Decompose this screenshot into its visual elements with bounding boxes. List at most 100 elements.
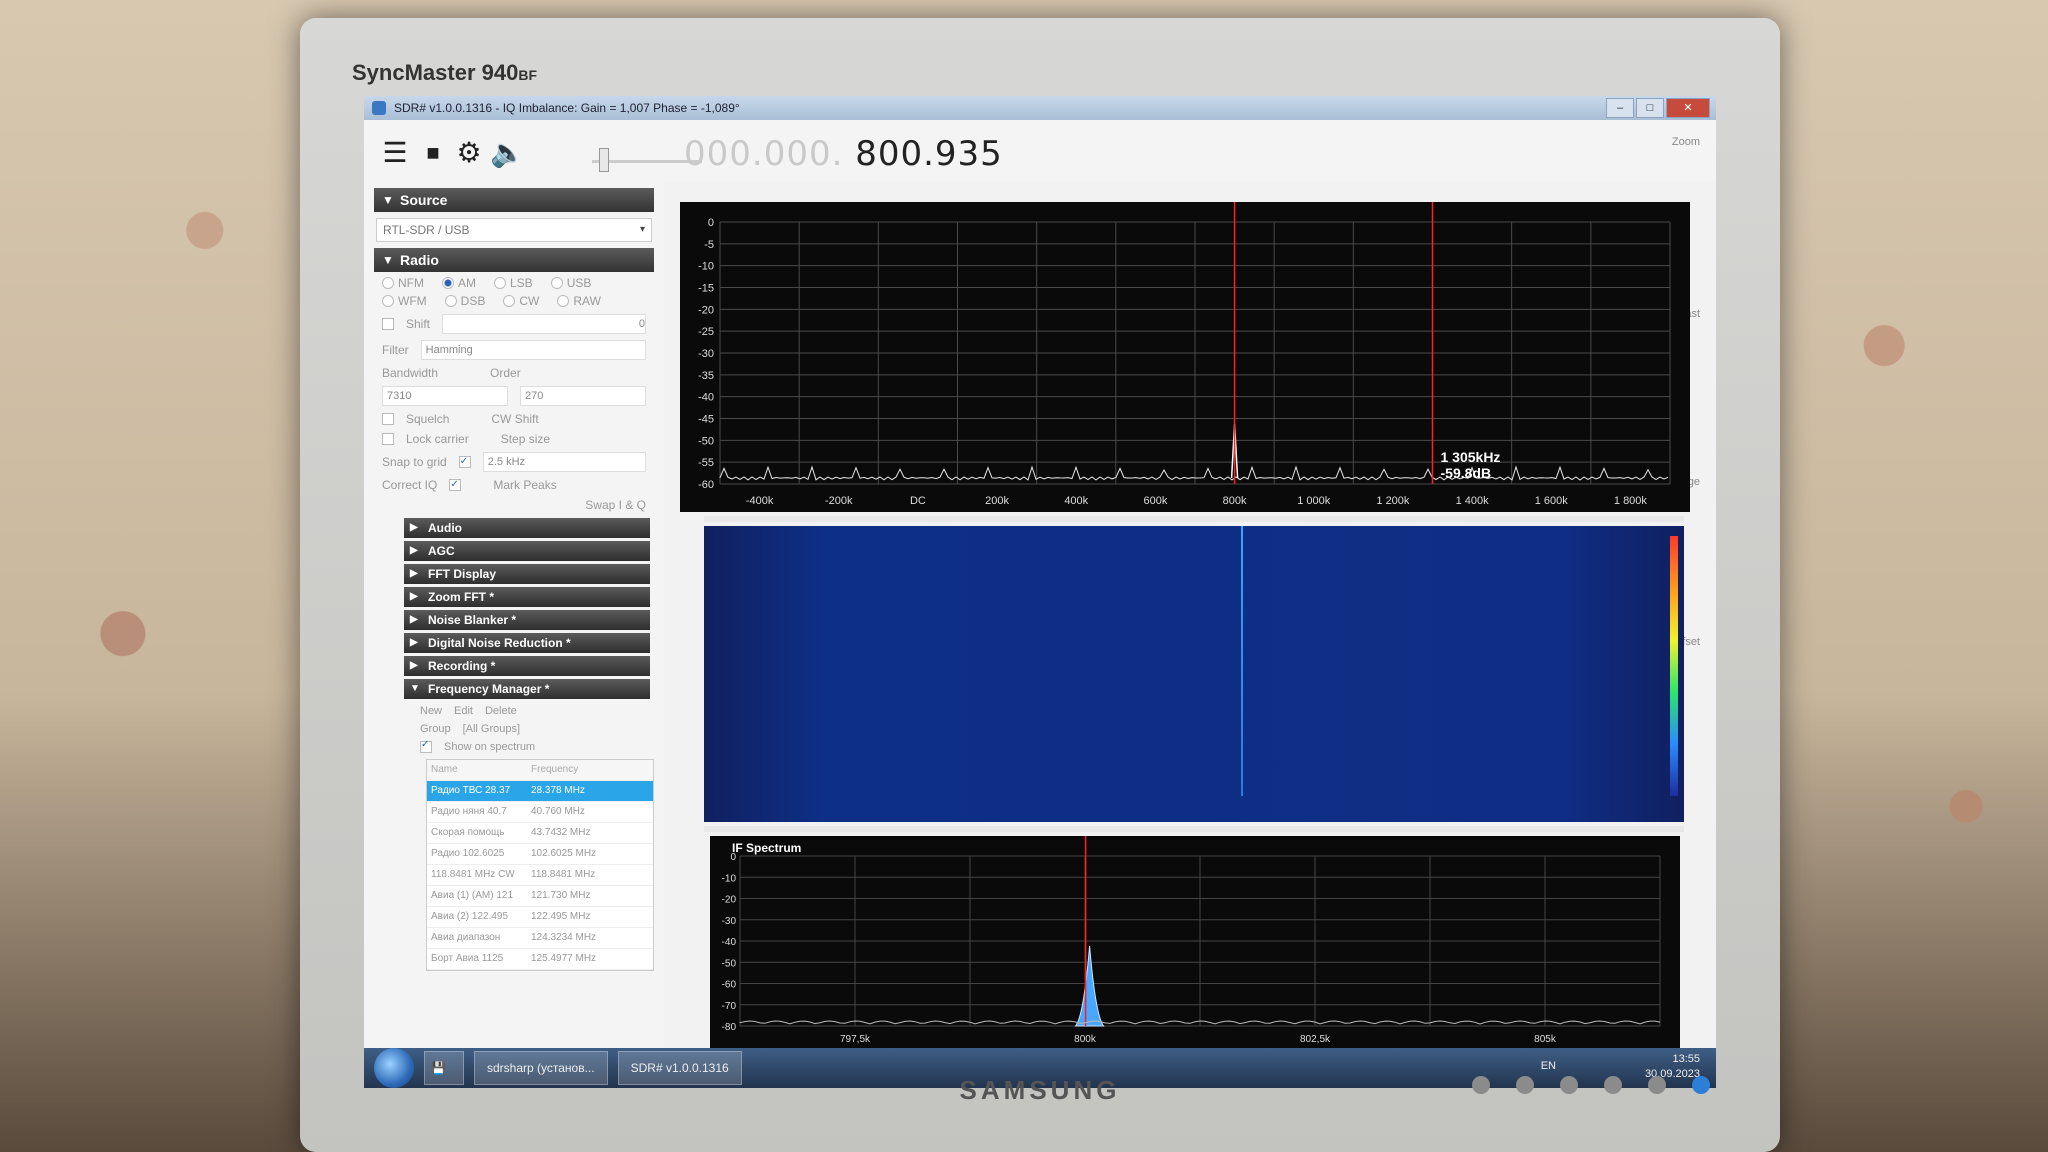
control-sidebar: ▼ Source RTL-SDR / USB ▾ ▼ Radio NFM AM LSB… — [364, 182, 664, 1062]
bandwidth-input[interactable]: 7310 — [382, 386, 508, 406]
splitter[interactable] — [704, 826, 1684, 832]
radio-panel-header[interactable]: ▼ Radio — [374, 248, 654, 272]
lock-carrier-label: Lock carrier — [406, 432, 469, 446]
x-tick-label: DC — [910, 495, 926, 507]
table-row[interactable]: Радио няня 40.7 40.760 MHz — [427, 802, 653, 823]
y-tick-label: -50 — [698, 435, 714, 447]
radio-dot — [382, 277, 394, 289]
show-on-spectrum-checkbox[interactable] — [420, 741, 432, 753]
speaker-icon[interactable]: 🔈 — [490, 138, 525, 168]
frequency-dim-digits: 000.000. — [684, 134, 844, 174]
lock-carrier-checkbox[interactable] — [382, 433, 394, 445]
language-indicator[interactable]: EN — [1541, 1060, 1556, 1072]
collapsed-panel[interactable]: ▶ Noise Blanker * — [404, 610, 650, 630]
table-row[interactable]: Авиа (1) (АМ) 121 121.730 MHz — [427, 886, 653, 907]
cw-shift-label: CW Shift — [491, 412, 539, 426]
collapsed-panel[interactable]: ▶ FFT Display — [404, 564, 650, 584]
table-row[interactable]: Авиа диапазон 124.3234 MHz — [427, 928, 653, 949]
table-row[interactable]: Авиа (2) 122.495 122.495 MHz — [427, 907, 653, 928]
collapsed-panel[interactable]: ▶ Digital Noise Reduction * — [404, 633, 650, 653]
filter-select[interactable]: Hamming — [420, 340, 646, 360]
step-size-select[interactable]: 2.5 kHz — [482, 452, 646, 472]
x-tick-label: 800k — [1074, 1034, 1097, 1045]
new-button[interactable]: New — [420, 705, 442, 717]
y-tick-label: -35 — [698, 370, 714, 382]
table-row[interactable]: Радио 102.6025 102.6025 MHz — [427, 844, 653, 865]
expand-icon: ▶ — [410, 591, 418, 602]
squelch-row: Squelch CW Shift — [382, 412, 646, 426]
mode-row-2: WFM DSB CW RAW — [382, 294, 646, 308]
table-row[interactable]: Скорая помощь 43.7432 MHz — [427, 823, 653, 844]
x-tick-label: -400k — [746, 495, 774, 507]
column-frequency[interactable]: Frequency — [527, 760, 621, 780]
frequency-manager-header[interactable]: ▼ Frequency Manager * — [404, 679, 650, 699]
order-input[interactable]: 270 — [520, 386, 646, 406]
edit-button[interactable]: Edit — [454, 705, 473, 717]
mode-am[interactable]: AM — [442, 276, 476, 290]
mode-cw[interactable]: CW — [503, 294, 539, 308]
row-frequency: 43.7432 MHz — [531, 827, 591, 838]
delete-button[interactable]: Delete — [485, 705, 517, 717]
mode-nfm[interactable]: NFM — [382, 276, 424, 290]
clock-time: 13:55 — [1672, 1053, 1700, 1065]
mode-wfm[interactable]: WFM — [382, 294, 427, 308]
expand-icon: ▶ — [410, 614, 418, 625]
source-panel-header[interactable]: ▼ Source — [374, 188, 654, 212]
source-device-select[interactable]: RTL-SDR / USB ▾ — [376, 218, 652, 242]
if-spectrum-plot[interactable]: IF Spectrum0 -10 -20 -30 -40 -50 -60 -70 -80 797,… — [710, 836, 1680, 1048]
row-name: Авиа диапазон — [431, 932, 501, 943]
frequency-display[interactable]: 000.000. 800.935 — [684, 134, 1003, 174]
collapse-icon: ▼ — [382, 193, 394, 207]
table-row[interactable]: Радио ТВС 28.37 28.378 MHz — [427, 781, 653, 802]
monitor-model: SyncMaster 940BF — [352, 60, 537, 85]
waterfall-display[interactable] — [704, 526, 1684, 822]
squelch-checkbox[interactable] — [382, 413, 394, 425]
mark-peaks-label: Mark Peaks — [493, 478, 557, 492]
toolbar: ☰ ■ ⚙ 🔈 000.000. 800.935 Zoom — [364, 120, 1716, 182]
screen: SDR# v1.0.0.1316 - IQ Imbalance: Gain = … — [364, 96, 1716, 1088]
correct-iq-checkbox[interactable] — [449, 479, 462, 491]
row-frequency: 122.495 MHz — [531, 911, 591, 922]
mode-lsb[interactable]: LSB — [494, 276, 533, 290]
squelch-label: Squelch — [406, 412, 450, 426]
radio-dot — [382, 295, 394, 307]
shift-checkbox[interactable] — [382, 318, 394, 330]
order-label: Order — [490, 366, 521, 380]
collapsed-panel[interactable]: ▶ Zoom FFT * — [404, 587, 650, 607]
stop-icon[interactable]: ■ — [416, 138, 450, 168]
expand-icon: ▶ — [410, 568, 418, 579]
volume-slider-knob[interactable] — [599, 148, 609, 172]
splitter[interactable] — [704, 516, 1684, 522]
mode-usb[interactable]: USB — [550, 276, 591, 290]
filter-row: Filter Hamming — [382, 340, 646, 360]
x-tick-label: 1 600k — [1535, 495, 1569, 507]
mode-label: RAW — [573, 294, 601, 308]
panel-label: AGC — [428, 544, 455, 558]
collapsed-panel[interactable]: ▶ AGC — [404, 541, 650, 561]
collapsed-panel[interactable]: ▶ Audio — [404, 518, 650, 538]
correct-iq-label: Correct IQ — [382, 478, 438, 492]
group-select[interactable]: [All Groups] — [463, 723, 520, 735]
fft-spectrum-plot[interactable]: 0 -5 -10 -15 -20 -25 -30 -35 -40 -45 -50 -55 -60 -400… — [680, 202, 1690, 512]
gear-icon[interactable]: ⚙ — [452, 138, 486, 168]
column-name[interactable]: Name — [427, 760, 527, 780]
shift-input[interactable]: 0 — [442, 314, 646, 334]
minimize-button[interactable]: – — [1606, 98, 1634, 118]
menu-icon[interactable]: ☰ — [378, 138, 412, 168]
row-name: Радио няня 40.7 — [431, 806, 507, 817]
mode-dsb[interactable]: DSB — [444, 294, 485, 308]
source-header-label: Source — [400, 192, 448, 208]
table-row[interactable]: 118.8481 MHz CW 118.8481 MHz — [427, 865, 653, 886]
mode-label: CW — [519, 294, 540, 308]
table-row[interactable]: Борт Авиа 1125 125.4977 MHz — [427, 949, 653, 970]
collapsed-panel[interactable]: ▶ Recording * — [404, 656, 650, 676]
shift-label: Shift — [406, 317, 431, 331]
row-name: Авиа (2) 122.495 — [431, 911, 509, 922]
panel-label: Zoom FFT * — [428, 590, 494, 604]
maximize-button[interactable]: □ — [1636, 98, 1664, 118]
y-tick-label: -25 — [698, 326, 714, 338]
close-button[interactable]: ✕ — [1666, 98, 1710, 118]
snap-checkbox[interactable] — [458, 456, 471, 468]
mode-raw[interactable]: RAW — [557, 294, 601, 308]
swap-iq-label[interactable]: Swap I & Q — [585, 498, 646, 512]
